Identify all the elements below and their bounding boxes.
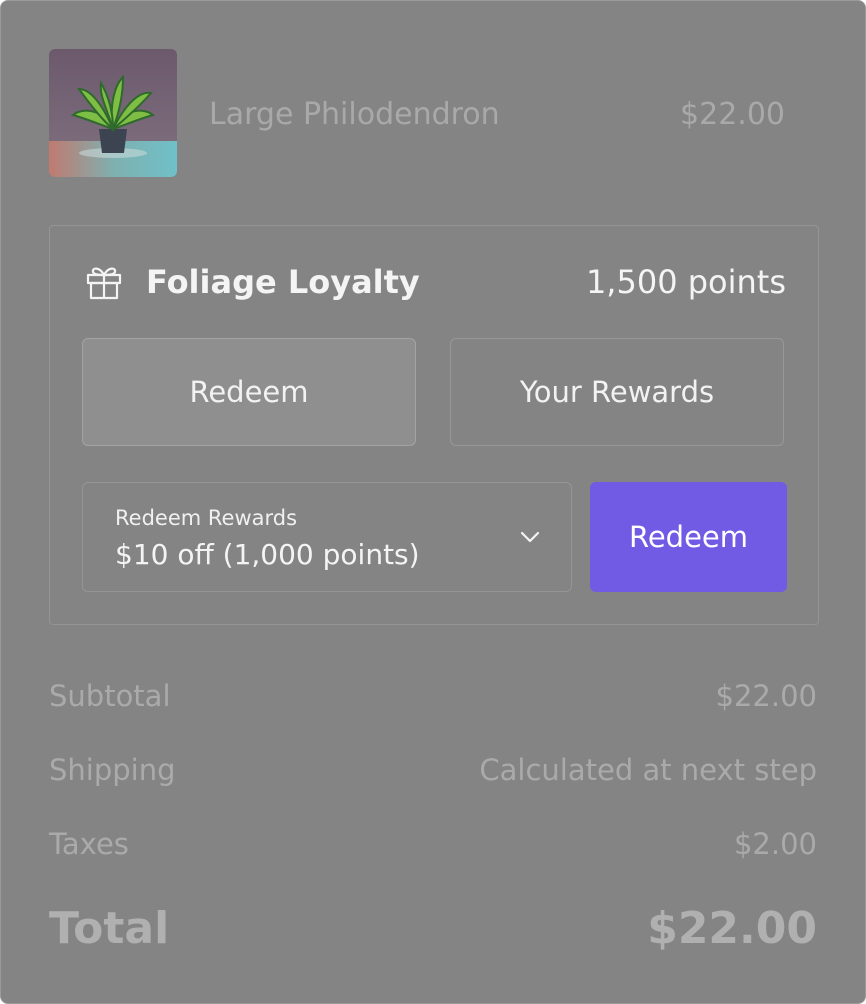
- points-balance: 1,500 points: [585, 263, 786, 301]
- chevron-down-icon: [520, 531, 540, 543]
- subtotal-label: Subtotal: [49, 679, 171, 713]
- taxes-value: $2.00: [733, 827, 817, 861]
- order-summary-card: Large Philodendron $22.00 Foliage Loyalt…: [0, 0, 866, 1004]
- select-label: Redeem Rewards: [115, 506, 298, 530]
- shipping-value: Calculated at next step: [479, 753, 817, 787]
- total-label: Total: [49, 903, 170, 954]
- tab-redeem[interactable]: Redeem: [82, 338, 416, 446]
- loyalty-title: Foliage Loyalty: [146, 263, 420, 301]
- product-price: $22.00: [680, 97, 785, 132]
- product-name: Large Philodendron: [209, 97, 500, 132]
- taxes-label: Taxes: [49, 827, 129, 861]
- redeem-button[interactable]: Redeem: [590, 482, 787, 592]
- shipping-label: Shipping: [49, 753, 176, 787]
- subtotal-value: $22.00: [715, 679, 817, 713]
- redeem-rewards-select[interactable]: Redeem Rewards $10 off (1,000 points): [82, 482, 572, 592]
- gift-icon: [86, 267, 122, 300]
- product-image: [49, 49, 177, 177]
- total-value: $22.00: [647, 903, 817, 954]
- tab-your-rewards[interactable]: Your Rewards: [450, 338, 784, 446]
- loyalty-panel: Foliage Loyalty 1,500 points Redeem Your…: [49, 225, 819, 625]
- select-value: $10 off (1,000 points): [115, 538, 420, 571]
